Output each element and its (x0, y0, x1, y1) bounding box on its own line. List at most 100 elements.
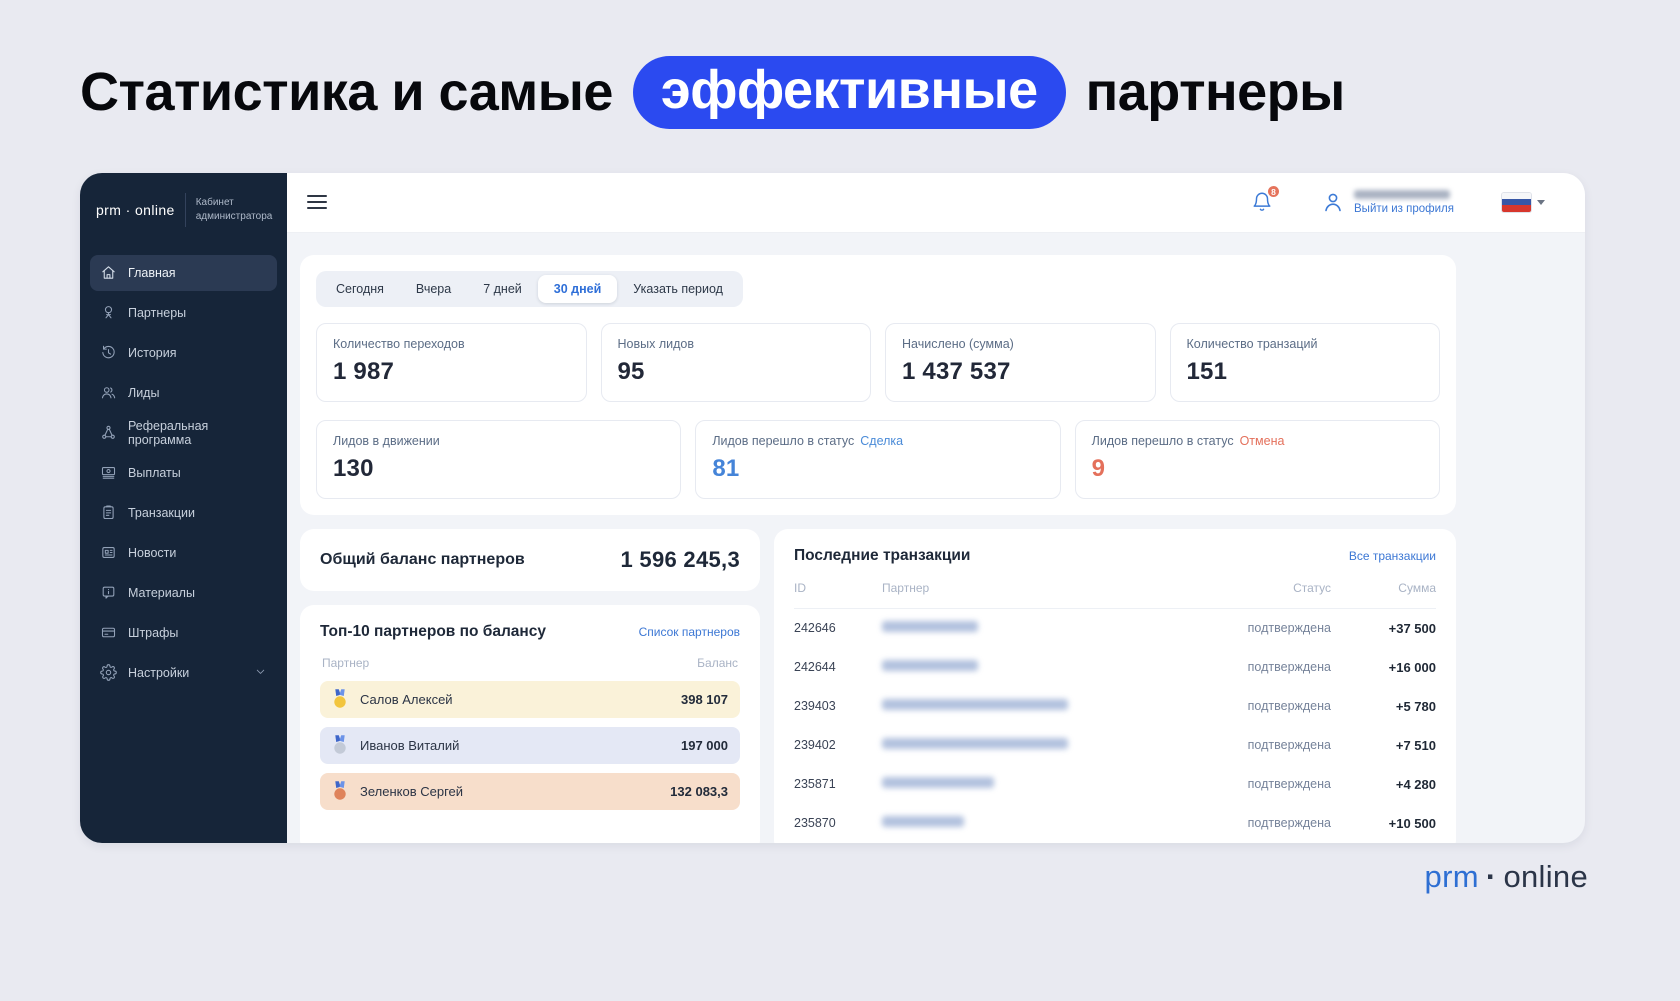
stat-value: 1 437 537 (902, 357, 1011, 385)
sidebar: prm · online Кабинет администратора Глав… (80, 172, 287, 843)
partner-name-blurred (882, 699, 1068, 711)
sidebar-item-label: Главная (128, 265, 176, 280)
stat-card-novye-lidy: Новых лидов 95 (600, 322, 871, 402)
footer-brand-logo: prm · online (1424, 858, 1588, 894)
sidebar-header: prm · online Кабинет администратора (80, 173, 287, 239)
page-title: Статистика и самые эффективные партнеры (80, 56, 1680, 129)
sidebar-item-label: Реферальная программа (128, 418, 209, 447)
stat-label: Лидов перешло в статус Сделка (712, 433, 904, 448)
partner-row: Зеленков Сергей 132 083,3 (320, 772, 740, 810)
sidebar-item-label: Материалы (128, 585, 195, 600)
stat-card-status-sdelka: Лидов перешло в статус Сделка 81 (695, 419, 1061, 499)
logo-divider (184, 192, 186, 227)
period-tab-vchera[interactable]: Вчера (400, 275, 467, 303)
all-transactions-link[interactable]: Все транзакции (1349, 549, 1436, 563)
stat-value: 151 (1186, 357, 1228, 385)
sidebar-item-label: История (128, 345, 177, 360)
sidebar-item-tranzakcii[interactable]: Транзакции (90, 495, 277, 531)
period-tab-30-dney[interactable]: 30 дней (537, 274, 618, 303)
transaction-amount: +7 510 (1395, 737, 1436, 753)
sidebar-item-nastroyki[interactable]: Настройки (90, 655, 277, 691)
topbar: 8 Выйти из профиля (287, 172, 1585, 233)
transaction-id: 242646 (794, 621, 836, 636)
sidebar-item-lidy[interactable]: Лиды (90, 375, 277, 411)
total-balance-value: 1 596 245,3 (620, 546, 740, 572)
payouts-banknote-icon (100, 464, 117, 481)
hamburger-menu-icon[interactable] (307, 191, 327, 213)
transactions-clipboard-icon (100, 504, 117, 521)
stat-label: Начислено (сумма) (902, 336, 1014, 351)
stat-label: Лидов перешло в статус Отмена (1091, 433, 1285, 448)
page-title-suffix: партнеры (1085, 62, 1346, 123)
gold-medal-icon (328, 687, 352, 711)
transaction-status: подтверждена (1247, 660, 1331, 675)
profile-menu[interactable]: Выйти из профиля (1321, 189, 1454, 215)
period-filter: Сегодня Вчера 7 дней 30 дней Указать период (316, 270, 743, 307)
stat-value: 95 (617, 357, 645, 385)
transactions-header: ID Партнер Статус Сумма (794, 581, 1436, 609)
cabinet-subtitle: Кабинет администратора (195, 196, 273, 222)
transactions-card: Последние транзакции Все транзакции ID П… (774, 528, 1456, 843)
column-partner: Партнер (322, 655, 370, 670)
sidebar-item-label: Транзакции (128, 505, 196, 520)
notifications-badge: 8 (1267, 185, 1281, 199)
stat-card-status-otmena: Лидов перешло в статус Отмена 9 (1074, 419, 1440, 499)
partners-tree-icon (100, 304, 117, 321)
stat-card-tranzakcii: Количество транзаций 151 (1169, 322, 1440, 402)
sidebar-item-istoriya[interactable]: История (90, 335, 277, 371)
stat-label: Количество переходов (333, 336, 465, 351)
materials-info-icon (100, 584, 117, 601)
partner-name-blurred (882, 660, 978, 672)
period-tab-segodnya[interactable]: Сегодня (320, 275, 400, 303)
sidebar-item-referalnaya-programma[interactable]: Реферальная программа (90, 415, 277, 451)
bronze-medal-icon (328, 779, 352, 803)
stat-value: 1 987 (333, 357, 395, 385)
status-label: Сделка (860, 433, 904, 448)
column-status: Статус (1293, 580, 1331, 595)
notifications-bell-icon[interactable]: 8 (1251, 185, 1281, 213)
sidebar-item-novosti[interactable]: Новости (90, 535, 277, 571)
silver-medal-icon (328, 733, 352, 757)
partners-list-link[interactable]: Список партнеров (639, 625, 740, 639)
transaction-amount: +10 500 (1388, 815, 1436, 831)
transaction-amount: +37 500 (1388, 620, 1436, 636)
news-icon (100, 544, 117, 561)
stat-label: Новых лидов (617, 336, 695, 351)
transaction-status: подтверждена (1247, 699, 1331, 714)
period-tab-ukazat-period[interactable]: Указать период (617, 275, 739, 303)
sidebar-item-partnery[interactable]: Партнеры (90, 295, 277, 331)
period-tab-7-dney[interactable]: 7 дней (467, 275, 538, 303)
logout-link[interactable]: Выйти из профиля (1354, 203, 1454, 215)
app-logo: prm · online (96, 201, 175, 218)
column-amount: Сумма (1398, 580, 1436, 595)
transaction-status: подтверждена (1247, 816, 1331, 831)
language-selector[interactable] (1502, 192, 1545, 212)
stats-row-1: Количество переходов 1 987 Новых лидов 9… (316, 322, 1440, 402)
stat-card-lidov-v-dvizhenii: Лидов в движении 130 (316, 419, 682, 499)
partner-row: Иванов Виталий 197 000 (320, 726, 740, 764)
total-balance-title: Общий баланс партнеров (320, 550, 525, 568)
stats-panel: Сегодня Вчера 7 дней 30 дней Указать период … (300, 254, 1456, 515)
stat-card-perehody: Количество переходов 1 987 (316, 322, 587, 402)
sidebar-item-glavnaya[interactable]: Главная (90, 254, 277, 291)
stat-card-nachisleno: Начислено (сумма) 1 437 537 (885, 322, 1156, 402)
partner-balance: 398 107 (681, 691, 728, 707)
transaction-row: 235871 подтверждена +4 280 (794, 765, 1436, 804)
sidebar-item-materialy[interactable]: Материалы (90, 575, 277, 611)
profile-name-blurred (1354, 189, 1451, 199)
stat-label: Количество транзаций (1186, 336, 1318, 351)
stats-row-2: Лидов в движении 130 Лидов перешло в ста… (316, 419, 1440, 499)
transaction-id: 242644 (794, 660, 836, 675)
bottom-section: Общий баланс партнеров 1 596 245,3 Топ-1… (300, 528, 1456, 843)
partner-balance: 132 083,3 (670, 783, 728, 799)
partner-name-blurred (882, 738, 1068, 750)
page-title-highlight: эффективные (632, 56, 1066, 129)
sidebar-item-label: Лиды (128, 385, 160, 400)
transaction-amount: +16 000 (1388, 659, 1436, 675)
total-balance-card: Общий баланс партнеров 1 596 245,3 (300, 528, 760, 591)
sidebar-item-shtrafy[interactable]: Штрафы (90, 615, 277, 651)
top-partners-rows: Салов Алексей 398 107 Иванов Виталий 197… (320, 680, 740, 810)
sidebar-item-vyplaty[interactable]: Выплаты (90, 455, 277, 491)
transaction-status: подтверждена (1247, 621, 1331, 636)
left-column: Общий баланс партнеров 1 596 245,3 Топ-1… (300, 528, 760, 843)
